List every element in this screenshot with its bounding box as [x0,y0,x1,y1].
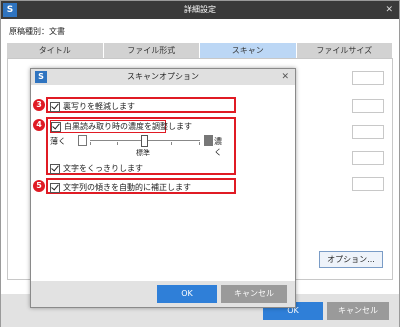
deskew-label: 文字列の傾きを自動的に補正します [63,183,191,192]
outer-close-icon[interactable]: ✕ [385,1,393,19]
dialog-title: スキャンオプション [127,72,199,81]
reduce-bleed-through-option[interactable]: 裏写りを軽減します [50,101,135,112]
callout-3-badge: 3 [33,99,45,111]
adjust-density-checkbox[interactable] [51,121,61,132]
density-slider-row: 薄く 濃く [50,134,222,157]
slider-tick [90,142,91,145]
outer-window-title: 詳細設定 [184,5,216,14]
settings-tabs: タイトル ファイル形式 スキャン ファイルサイズ [7,43,393,58]
callout-5-badge: 5 [33,180,45,192]
setting-field[interactable] [352,99,384,113]
dialog-close-icon[interactable]: ✕ [281,69,289,85]
deskew-checkbox[interactable] [50,182,60,193]
outer-cancel-button[interactable]: キャンセル [327,302,389,320]
sharpen-text-label: 文字をくっきりします [63,164,143,173]
slider-tick [199,142,200,145]
setting-field[interactable] [352,151,384,165]
sharpen-text-checkbox[interactable] [50,163,60,174]
slider-center-label: 標準 [136,149,150,157]
dialog-cancel-button[interactable]: キャンセル [221,285,287,303]
slider-dark-label: 濃く [214,137,222,157]
callout-4-badge: 4 [33,119,45,131]
adjust-density-label: 白黒読み取り時の濃度を調整します [64,122,192,131]
document-type-label: 原稿種別：文書 [9,27,65,36]
slider-tick [171,142,172,145]
dialog-titlebar: S スキャンオプション ✕ [31,69,295,85]
adjust-density-option[interactable]: 白黒読み取り時の濃度を調整します [51,121,192,132]
outer-titlebar: S 詳細設定 ✕ [1,1,399,19]
tab-file-format[interactable]: ファイル形式 [103,43,200,58]
density-slider-thumb[interactable] [141,135,148,147]
options-button[interactable]: オプション... [319,251,383,268]
dark-document-icon [204,135,213,146]
sharpen-text-option[interactable]: 文字をくっきりします [50,163,143,174]
tab-scan[interactable]: スキャン [200,43,297,58]
slider-light-label: 薄く [50,137,66,146]
deskew-option[interactable]: 文字列の傾きを自動的に補正します [50,182,191,193]
setting-field[interactable] [352,71,384,85]
slider-tick [117,142,118,145]
dialog-ok-button[interactable]: OK [157,285,217,303]
reduce-bleed-through-label: 裏写りを軽減します [63,102,135,111]
setting-field[interactable] [352,177,384,191]
light-document-icon [78,135,87,146]
tab-file-size[interactable]: ファイルサイズ [296,43,393,58]
tab-title[interactable]: タイトル [7,43,104,58]
reduce-bleed-through-checkbox[interactable] [50,101,60,112]
setting-field[interactable] [352,125,384,139]
